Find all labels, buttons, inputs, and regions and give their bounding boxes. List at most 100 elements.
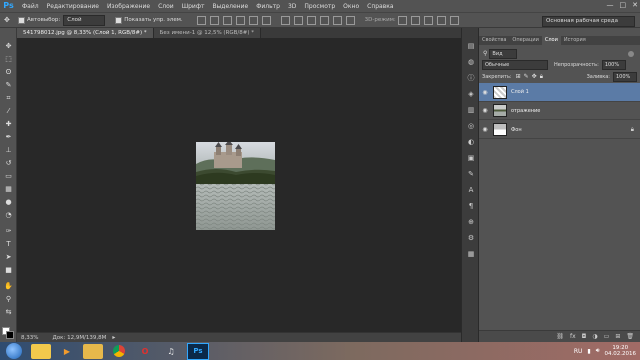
- hand-tool-icon[interactable]: ✋: [3, 282, 14, 291]
- distribute-left-icon[interactable]: [319, 15, 329, 25]
- lock-transparency-icon[interactable]: ⊞: [516, 73, 521, 80]
- volume-icon[interactable]: 🔊︎: [596, 347, 600, 355]
- properties-panel-icon[interactable]: ◍: [466, 58, 476, 66]
- layer-row[interactable]: ◉ Слой 1: [479, 83, 640, 102]
- menu-select[interactable]: Выделение: [208, 3, 252, 10]
- tab-properties[interactable]: Свойства: [479, 36, 509, 45]
- layer-row[interactable]: ◉ Фон 🔒︎: [479, 121, 640, 139]
- eraser-tool-icon[interactable]: ▭: [3, 172, 14, 181]
- align-bottom-icon[interactable]: [222, 15, 232, 25]
- blend-mode-select[interactable]: Обычные: [482, 59, 548, 70]
- fill-input[interactable]: 100%: [613, 71, 637, 82]
- zoom-tool-icon[interactable]: ⚲: [3, 295, 14, 304]
- clone-source-panel-icon[interactable]: ⊕: [466, 218, 476, 226]
- menu-filter[interactable]: Фильтр: [252, 3, 284, 10]
- show-transform-checkbox[interactable]: [115, 16, 123, 24]
- close-button[interactable]: ✕: [632, 1, 638, 9]
- menu-view[interactable]: Просмотр: [300, 3, 339, 10]
- eyedropper-tool-icon[interactable]: ⁄: [3, 107, 14, 116]
- tab-history[interactable]: История: [561, 36, 589, 45]
- dodge-tool-icon[interactable]: ◔: [3, 211, 14, 220]
- background-color-swatch[interactable]: [6, 331, 14, 339]
- history-brush-tool-icon[interactable]: ↺: [3, 159, 14, 168]
- adjustments-panel-icon[interactable]: ◐: [466, 138, 476, 146]
- headphones-taskbar-icon[interactable]: ♫: [161, 344, 181, 359]
- visibility-eye-icon[interactable]: ◉: [479, 126, 491, 133]
- language-indicator[interactable]: RU: [574, 348, 583, 355]
- move-tool-icon[interactable]: ✥: [3, 42, 14, 51]
- brush-tool-icon[interactable]: ✒: [3, 133, 14, 142]
- path-select-tool-icon[interactable]: ➤: [3, 253, 14, 262]
- opacity-input[interactable]: 100%: [601, 59, 626, 70]
- tab-layers[interactable]: Слои: [541, 36, 561, 45]
- lock-pixels-icon[interactable]: ✎: [524, 73, 529, 80]
- menu-help[interactable]: Справка: [363, 3, 397, 10]
- explorer-taskbar-icon[interactable]: [31, 343, 51, 359]
- photoshop-taskbar-icon[interactable]: Ps: [187, 342, 209, 360]
- folder-taskbar-icon[interactable]: [83, 343, 103, 359]
- crop-tool-icon[interactable]: ⌗: [3, 94, 14, 103]
- autoselect-select[interactable]: Слой: [63, 14, 106, 26]
- move-tool-icon[interactable]: ✥: [4, 16, 11, 24]
- workspace-select[interactable]: Основная рабочая среда: [542, 16, 635, 27]
- menu-type[interactable]: Шрифт: [178, 3, 209, 10]
- distribute-right-icon[interactable]: [345, 15, 355, 25]
- start-button-icon[interactable]: [6, 343, 22, 359]
- channels-panel-icon[interactable]: ▥: [466, 106, 476, 114]
- new-group-icon[interactable]: ▭: [604, 333, 610, 340]
- network-icon[interactable]: ▮: [587, 348, 590, 355]
- 3d-scale-icon[interactable]: [449, 15, 459, 25]
- styles-panel-icon[interactable]: ▣: [466, 154, 476, 162]
- tab-document-1[interactable]: 541798012.jpg @ 8,33% (Слой 1, RGB/8#) *: [17, 28, 154, 38]
- 3d-rotate-icon[interactable]: [397, 15, 407, 25]
- menu-file[interactable]: Файл: [18, 3, 43, 10]
- visibility-eye-icon[interactable]: ◉: [479, 89, 491, 96]
- healing-brush-tool-icon[interactable]: ✚: [3, 120, 14, 129]
- lock-all-icon[interactable]: 🔒︎: [540, 73, 543, 81]
- 3d-roll-icon[interactable]: [410, 15, 420, 25]
- type-tool-icon[interactable]: T: [3, 240, 14, 249]
- layer-row[interactable]: ◉ отражение: [479, 102, 640, 120]
- chrome-taskbar-icon[interactable]: [109, 344, 129, 359]
- align-right-icon[interactable]: [261, 15, 271, 25]
- paragraph-panel-icon[interactable]: ¶: [466, 202, 476, 210]
- layer-style-icon[interactable]: fx: [570, 333, 576, 340]
- tab-actions[interactable]: Операции: [509, 36, 541, 45]
- media-player-taskbar-icon[interactable]: ▶: [57, 344, 77, 359]
- tool-presets-panel-icon[interactable]: ⚙: [466, 234, 476, 242]
- character-panel-icon[interactable]: A: [466, 186, 476, 194]
- distribute-bottom-icon[interactable]: [306, 15, 316, 25]
- layer-kind-select[interactable]: Вид: [489, 48, 518, 59]
- distribute-vcenter-icon[interactable]: [293, 15, 303, 25]
- tab-document-2[interactable]: Без имени-1 @ 12,5% (RGB/8#) *: [153, 28, 262, 38]
- add-mask-icon[interactable]: ◘: [582, 333, 587, 340]
- menu-window[interactable]: Окно: [339, 3, 363, 10]
- distribute-top-icon[interactable]: [280, 15, 290, 25]
- menu-edit[interactable]: Редактирование: [43, 3, 103, 10]
- filter-toggle-icon[interactable]: [628, 50, 634, 57]
- align-left-icon[interactable]: [235, 15, 245, 25]
- history-panel-icon[interactable]: ▤: [466, 42, 476, 50]
- blur-tool-icon[interactable]: ●: [3, 198, 14, 207]
- swatches-panel-icon[interactable]: ▦: [466, 250, 476, 258]
- canvas-document[interactable]: [196, 142, 275, 230]
- brush-panel-icon[interactable]: ✎: [466, 170, 476, 178]
- lock-position-icon[interactable]: ✥: [532, 73, 537, 80]
- align-hcenter-icon[interactable]: [248, 15, 258, 25]
- adjustment-layer-icon[interactable]: ◑: [592, 333, 597, 340]
- minimize-button[interactable]: —: [607, 1, 614, 9]
- status-menu-arrow-icon[interactable]: ▸: [112, 334, 115, 341]
- opera-taskbar-icon[interactable]: O: [135, 344, 155, 359]
- paths-panel-icon[interactable]: ◎: [466, 122, 476, 130]
- menu-image[interactable]: Изображение: [103, 3, 154, 10]
- switch-colors-icon[interactable]: ⇆: [3, 308, 14, 317]
- align-vcenter-icon[interactable]: [209, 15, 219, 25]
- link-layers-icon[interactable]: ⛓: [556, 333, 564, 340]
- layers-panel-icon[interactable]: ◈: [466, 90, 476, 98]
- info-panel-icon[interactable]: ⓘ: [466, 74, 476, 82]
- 3d-slide-icon[interactable]: [436, 15, 446, 25]
- marquee-tool-icon[interactable]: ⬚: [3, 55, 14, 64]
- distribute-hcenter-icon[interactable]: [332, 15, 342, 25]
- menu-3d[interactable]: 3D: [284, 3, 300, 10]
- align-top-icon[interactable]: [196, 15, 206, 25]
